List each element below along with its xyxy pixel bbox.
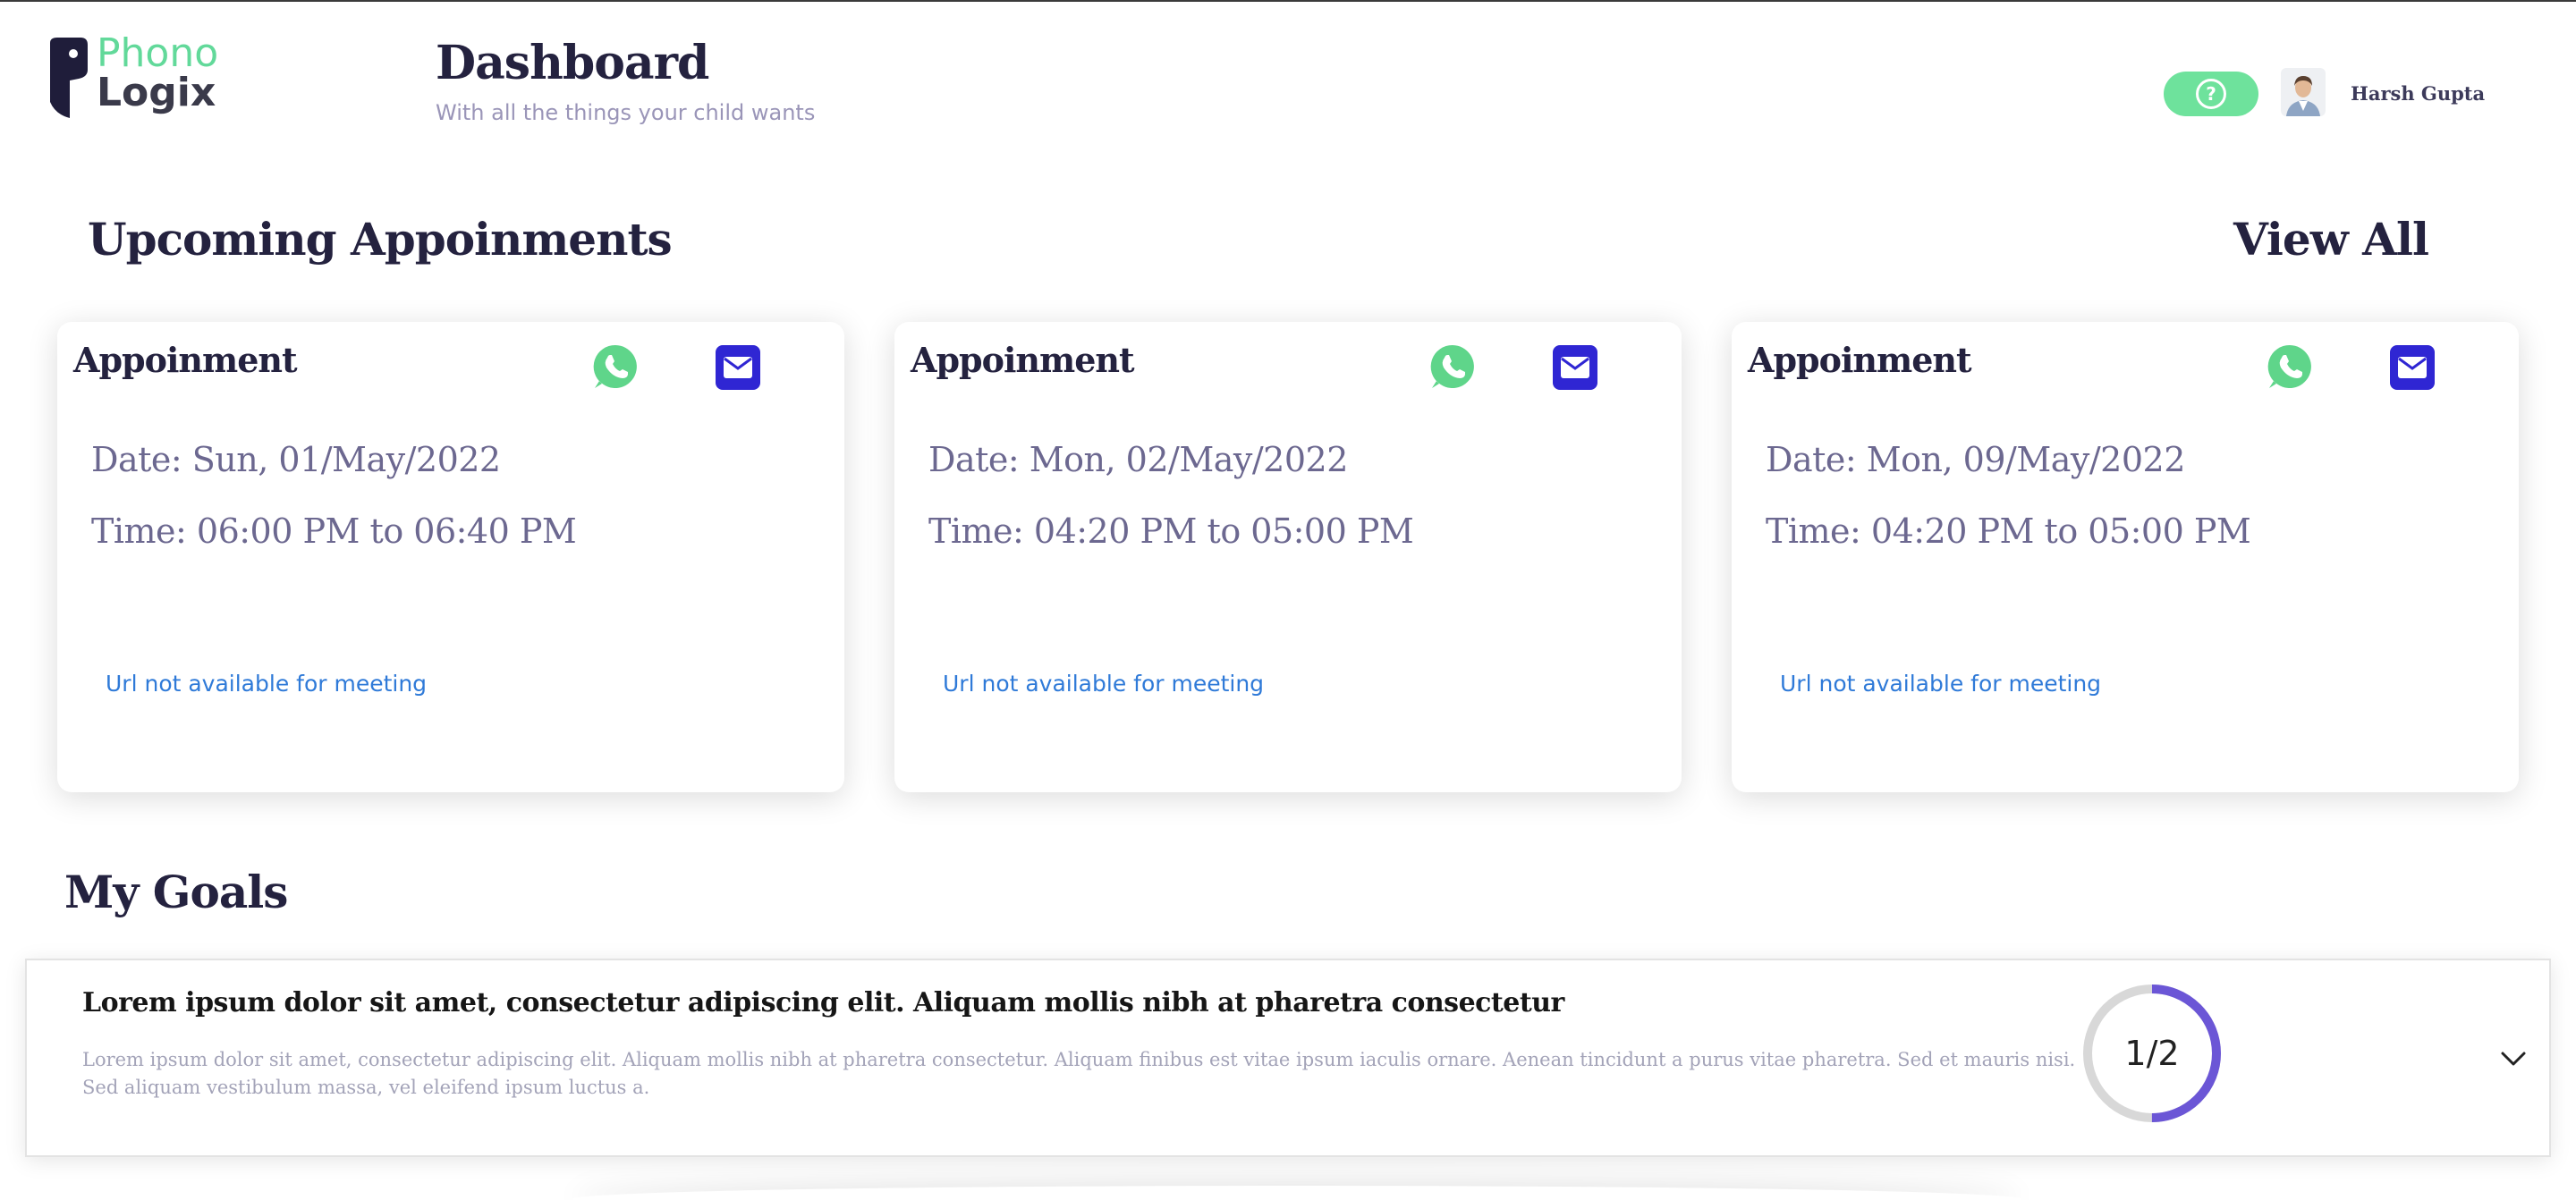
question-circle-icon: ? — [2196, 79, 2226, 109]
whatsapp-icon[interactable] — [2265, 342, 2315, 392]
meeting-url-status: Url not available for meeting — [1780, 671, 2102, 697]
mail-icon[interactable] — [2390, 345, 2435, 390]
upcoming-appointments-title: Upcoming Appoinments — [88, 213, 673, 266]
appointment-title: Appoinment — [1748, 340, 1972, 380]
appointment-time: Time: 06:00 PM to 06:40 PM — [91, 511, 577, 551]
logo-word-phono: Phono — [97, 30, 219, 76]
appointment-time: Time: 04:20 PM to 05:00 PM — [928, 511, 1414, 551]
help-button[interactable]: ? — [2164, 72, 2258, 116]
appointment-title: Appoinment — [73, 340, 298, 380]
appointment-time: Time: 04:20 PM to 05:00 PM — [1766, 511, 2251, 551]
logo-word-logix: Logix — [97, 70, 216, 115]
goal-title: Lorem ipsum dolor sit amet, consectetur … — [82, 987, 1564, 1018]
brand-logo[interactable]: Phono Logix — [47, 32, 243, 125]
goal-description: Lorem ipsum dolor sit amet, consectetur … — [82, 1049, 2076, 1098]
appointment-date: Date: Sun, 01/May/2022 — [91, 440, 501, 479]
meeting-url-status: Url not available for meeting — [943, 671, 1265, 697]
user-avatar-icon — [2281, 68, 2326, 116]
page-title: Dashboard — [436, 36, 709, 90]
page-subtitle: With all the things your child wants — [436, 100, 816, 125]
view-all-link[interactable]: View All — [2233, 213, 2429, 266]
avatar[interactable] — [2281, 68, 2326, 116]
mail-icon[interactable] — [716, 345, 760, 390]
user-name[interactable]: Harsh Gupta — [2351, 82, 2485, 105]
appointment-title: Appoinment — [911, 340, 1135, 380]
chevron-down-icon[interactable] — [2496, 1041, 2531, 1077]
appointment-date: Date: Mon, 09/May/2022 — [1766, 440, 2185, 479]
meeting-url-status: Url not available for meeting — [106, 671, 428, 697]
goal-item[interactable]: Lorem ipsum dolor sit amet, consectetur … — [25, 959, 2551, 1157]
appointment-card: Appoinment Date: Mon, 09/May/2022 Time: … — [1732, 322, 2519, 792]
logo-mark-icon — [50, 38, 88, 118]
appointment-card: Appoinment Date: Mon, 02/May/2022 Time: … — [894, 322, 1682, 792]
whatsapp-icon[interactable] — [1428, 342, 1478, 392]
my-goals-title: My Goals — [64, 866, 288, 918]
mail-icon[interactable] — [1553, 345, 1597, 390]
goal-progress-label: 1/2 — [2124, 1034, 2180, 1073]
appointment-card: Appoinment Date: Sun, 01/May/2022 Time: … — [57, 322, 844, 792]
whatsapp-icon[interactable] — [590, 342, 640, 392]
bottom-card-shadow — [572, 1186, 2021, 1200]
appointment-date: Date: Mon, 02/May/2022 — [928, 440, 1348, 479]
